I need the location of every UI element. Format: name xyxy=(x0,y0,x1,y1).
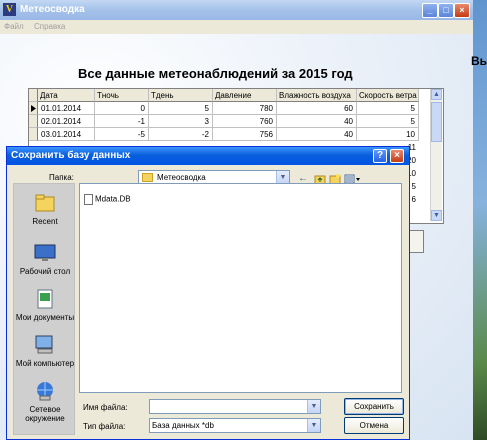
place-label: Рабочий стол xyxy=(19,267,71,276)
grid-cell[interactable]: 40 xyxy=(277,128,357,141)
filename-input[interactable]: ▼ xyxy=(149,399,321,414)
grid-cell[interactable]: 5 xyxy=(357,115,419,128)
menu-bar: Файл Справка xyxy=(0,20,473,34)
row-indicator[interactable] xyxy=(29,115,38,128)
grid-cell[interactable]: 5 xyxy=(357,102,419,115)
grid-cell[interactable]: 01.01.2014 xyxy=(38,102,95,115)
col-header-pressure[interactable]: Давление xyxy=(213,89,277,102)
grid-cell[interactable]: 0 xyxy=(95,102,149,115)
place-label: Мой компьютер xyxy=(15,359,75,368)
my-computer-icon xyxy=(35,335,53,354)
scroll-down-icon[interactable]: ▼ xyxy=(431,210,442,221)
grid-cell[interactable]: 60 xyxy=(277,102,357,115)
place-label: Мои документы xyxy=(15,313,75,322)
file-item[interactable]: Mdata.DB xyxy=(84,194,131,205)
col-header-date[interactable]: Дата xyxy=(38,89,95,102)
folder-label: Папка: xyxy=(49,173,74,182)
col-header-wind[interactable]: Скорость ветра xyxy=(357,89,419,102)
row-indicator-current[interactable] xyxy=(29,102,38,115)
close-icon[interactable]: × xyxy=(454,3,470,18)
filename-label: Имя файла: xyxy=(83,403,128,412)
dialog-title: Сохранить базу данных xyxy=(11,150,131,161)
main-title-bar[interactable]: V Метеосводка _ □ × xyxy=(0,0,473,20)
save-button[interactable]: Сохранить xyxy=(344,398,404,415)
help-icon[interactable]: ? xyxy=(373,149,387,163)
grid-cell[interactable]: -1 xyxy=(95,115,149,128)
grid-cell[interactable]: -5 xyxy=(95,128,149,141)
grid-cell[interactable]: 780 xyxy=(213,102,277,115)
menu-help[interactable]: Справка xyxy=(34,22,65,31)
dialog-close-icon[interactable]: × xyxy=(390,149,404,163)
place-desktop[interactable]: Рабочий стол xyxy=(14,242,76,276)
chevron-down-icon[interactable]: ▼ xyxy=(307,400,320,413)
save-dialog: Сохранить базу данных ? × Папка: Метеосв… xyxy=(6,146,410,440)
cancel-button[interactable]: Отмена xyxy=(344,417,404,434)
minimize-icon[interactable]: _ xyxy=(422,3,438,18)
dialog-title-bar[interactable]: Сохранить базу данных ? × xyxy=(7,147,409,165)
place-my-documents[interactable]: Мои документы xyxy=(14,288,76,322)
chevron-down-icon[interactable]: ▼ xyxy=(307,419,320,432)
col-header-tnight[interactable]: Тночь xyxy=(95,89,149,102)
places-bar: Recent Рабочий стол Мои документы Мой ко… xyxy=(13,183,75,435)
row-indicator[interactable] xyxy=(29,128,38,141)
filetype-value: База данных *db xyxy=(152,421,214,430)
place-label: Сетевое окружение xyxy=(25,405,65,423)
main-window-title: Метеосводка xyxy=(20,4,85,15)
place-my-computer[interactable]: Мой компьютер xyxy=(14,334,76,368)
col-header-humidity[interactable]: Влажность воздуха xyxy=(277,89,357,102)
file-list[interactable]: Mdata.DB xyxy=(79,183,402,393)
folder-value: Метеосводка xyxy=(157,173,206,182)
recent-icon xyxy=(35,194,55,212)
app-icon: V xyxy=(3,3,16,16)
menu-file[interactable]: Файл xyxy=(4,22,24,31)
grid-cell[interactable]: 756 xyxy=(213,128,277,141)
place-recent[interactable]: Recent xyxy=(14,192,76,226)
desktop-icon xyxy=(34,244,56,261)
page-heading: Все данные метеонаблюдений за 2015 год xyxy=(78,66,353,81)
col-header-tday[interactable]: Тдень xyxy=(149,89,213,102)
scroll-thumb[interactable] xyxy=(431,102,442,142)
folder-icon xyxy=(142,173,153,182)
network-icon xyxy=(37,382,53,401)
grid-cell[interactable]: 3 xyxy=(149,115,213,128)
filetype-label: Тип файла: xyxy=(83,422,126,431)
scroll-up-icon[interactable]: ▲ xyxy=(431,89,442,100)
file-name: Mdata.DB xyxy=(95,194,131,204)
side-label: Вы xyxy=(471,54,487,68)
grid-cell[interactable]: 40 xyxy=(277,115,357,128)
place-network[interactable]: Сетевое окружение xyxy=(14,380,76,423)
my-documents-icon xyxy=(37,289,53,309)
grid-cell[interactable]: 03.01.2014 xyxy=(38,128,95,141)
maximize-icon[interactable]: □ xyxy=(438,3,454,18)
grid-cell[interactable]: 02.01.2014 xyxy=(38,115,95,128)
grid-cell[interactable]: 10 xyxy=(357,128,419,141)
grid-cell[interactable]: -2 xyxy=(149,128,213,141)
place-label: Recent xyxy=(32,217,58,226)
grid-cell[interactable]: 5 xyxy=(149,102,213,115)
grid-corner xyxy=(29,89,38,102)
grid-cell[interactable]: 760 xyxy=(213,115,277,128)
file-icon xyxy=(84,194,93,205)
filetype-select[interactable]: База данных *db ▼ xyxy=(149,418,321,433)
grid-vertical-scrollbar[interactable]: ▲ ▼ xyxy=(430,89,442,221)
